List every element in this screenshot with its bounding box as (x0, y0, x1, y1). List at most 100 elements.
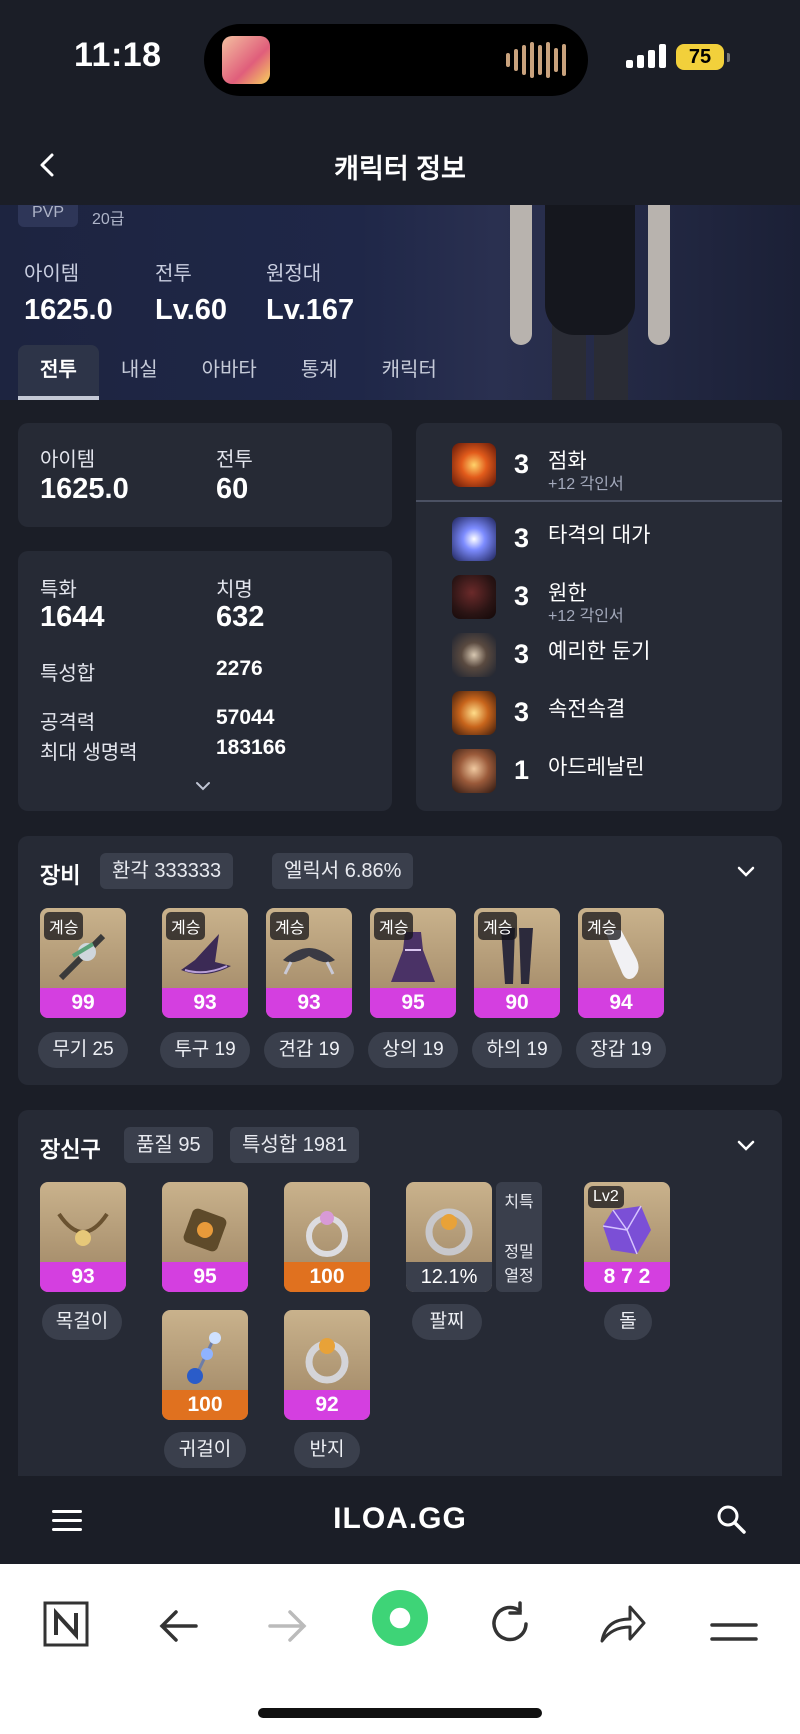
lightning-strike-icon (452, 517, 496, 561)
helmet-label: 투구 19 (160, 1032, 250, 1068)
weapon-slot[interactable]: 계승 99 (40, 908, 126, 1018)
shoulder-label: 견갑 19 (264, 1032, 354, 1068)
bracelet-label: 팔찌 (412, 1304, 482, 1340)
search-icon[interactable] (716, 1504, 746, 1534)
share-icon[interactable] (598, 1596, 648, 1652)
weapon-label: 무기 25 (38, 1032, 128, 1068)
ability-stone-slot[interactable]: Lv2 8 7 2 (584, 1182, 670, 1292)
engraving-item[interactable]: 3 점화 +12 각인서 (436, 443, 796, 493)
engraving-item[interactable]: 3 속전속결 (436, 691, 796, 735)
helmet-slot[interactable]: 계승 93 (162, 908, 248, 1018)
character-hero: PVP 20급 아이템 1625.0 전투 Lv.60 원정대 Lv.167 전… (0, 205, 800, 400)
ring-icon (306, 1211, 348, 1257)
stone-label: 돌 (604, 1304, 652, 1340)
accessories-card: 장신구 품질 95 특성합 1981 93 95 100 12.1% 치특 정밀… (18, 1110, 782, 1476)
stat-sum-value: 2276 (216, 657, 263, 680)
earring-slot[interactable]: 95 (162, 1182, 248, 1292)
chevron-down-icon (196, 782, 210, 791)
stat-sum-pill: 특성합 1981 (230, 1127, 360, 1163)
bracelet-icon (425, 1208, 473, 1256)
browser-toolbar (0, 1564, 800, 1734)
max-hp-value: 183166 (216, 736, 287, 759)
ring-icon (305, 1338, 349, 1384)
adrenaline-icon (452, 749, 496, 793)
dynamic-island[interactable] (204, 24, 588, 96)
arrow-left-icon[interactable] (154, 1598, 202, 1654)
keen-blunt-weapon-icon (452, 633, 496, 677)
necklace-label: 목걸이 (42, 1304, 122, 1340)
engraving-item[interactable]: 3 타격의 대가 (436, 517, 796, 561)
clock: 11:18 (74, 36, 162, 74)
swiftness-icon (452, 691, 496, 735)
earring-slot[interactable]: 100 (162, 1310, 248, 1420)
engraving-item[interactable]: 1 아드레날린 (436, 749, 796, 793)
tab-stats[interactable]: 통계 (279, 345, 360, 400)
collapse-equipment-button[interactable] (736, 862, 756, 885)
necklace-icon (57, 1212, 109, 1246)
engraving-item[interactable]: 3 원한 +12 각인서 (436, 575, 796, 625)
grudge-icon (452, 575, 496, 619)
transcend-pill: 환각 333333 (100, 853, 234, 889)
expand-stats-button[interactable] (194, 775, 212, 798)
naver-n-icon[interactable] (42, 1596, 90, 1652)
engraving-item[interactable]: 3 예리한 둔기 (436, 633, 796, 677)
earring-icon (183, 1208, 227, 1252)
shoulder-slot[interactable]: 계승 93 (266, 908, 352, 1018)
chevron-down-icon (737, 1140, 755, 1151)
engravings-card: 3 점화 +12 각인서 3 타격의 대가 3 원한 +12 각인서 3 예리한… (416, 423, 782, 811)
stats-card: 특화 1644 치명 632 특성합 2276 공격력 57044 최대 생명력… (18, 551, 392, 811)
pants-slot[interactable]: 계승 90 (474, 908, 560, 1018)
collapse-accessories-button[interactable] (736, 1136, 756, 1159)
character-portrait (490, 205, 690, 400)
arrow-right-icon[interactable] (264, 1598, 312, 1654)
tab-combat[interactable]: 전투 (18, 345, 99, 400)
bracelet-effects: 치특 정밀 열정 (496, 1182, 542, 1292)
equipment-card: 장비 환각 333333 엘릭서 6.86% 계승 99 계승 93 계승 93… (18, 836, 782, 1085)
green-dot-icon[interactable] (370, 1590, 430, 1646)
tab-internal[interactable]: 내실 (99, 345, 180, 400)
audio-wave-icon (506, 42, 566, 78)
site-logo[interactable]: ILOA.GG (0, 1502, 800, 1536)
quality-pill: 품질 95 (124, 1127, 213, 1163)
tab-avatar[interactable]: 아바타 (180, 345, 279, 400)
necklace-slot[interactable]: 93 (40, 1182, 126, 1292)
refresh-icon[interactable] (486, 1596, 534, 1652)
combat-level-value: 60 (216, 473, 249, 505)
app-header: 캐릭터 정보 (0, 125, 800, 205)
gloves-slot[interactable]: 계승 94 (578, 908, 664, 1018)
tab-bar: 전투 내실 아바타 통계 캐릭터 (18, 345, 459, 400)
pvp-grade: 20급 (92, 211, 125, 228)
elixir-pill: 엘릭서 6.86% (272, 853, 414, 889)
ring-slot[interactable]: 92 (284, 1310, 370, 1420)
menu-lines-icon[interactable] (710, 1604, 758, 1660)
battery-icon: 75 (676, 44, 730, 70)
site-navbar: ILOA.GG (0, 1476, 800, 1564)
attack-power-value: 57044 (216, 706, 275, 729)
equipment-title: 장비 (40, 863, 81, 888)
hero-item-level: 아이템 1625.0 (24, 263, 113, 326)
earring-label: 귀걸이 (164, 1432, 246, 1468)
gloves-label: 장갑 19 (576, 1032, 666, 1068)
ignite-icon (452, 443, 496, 487)
ring-label: 반지 (294, 1432, 360, 1468)
specialization-value: 1644 (40, 601, 105, 633)
now-playing-thumbnail (222, 36, 270, 84)
chevron-down-icon (737, 866, 755, 877)
tab-character[interactable]: 캐릭터 (360, 345, 459, 400)
status-bar: 11:18 75 (0, 0, 800, 125)
hero-expedition-level: 원정대 Lv.167 (266, 263, 355, 326)
hero-combat-level: 전투 Lv.60 (155, 263, 228, 326)
divider (416, 500, 782, 502)
page-title: 캐릭터 정보 (334, 154, 466, 184)
signal-icon (626, 44, 666, 68)
pvp-badge: PVP (18, 205, 79, 227)
crystal-icon (602, 1205, 651, 1255)
ring-slot[interactable]: 100 (284, 1182, 370, 1292)
pants-label: 하의 19 (472, 1032, 562, 1068)
item-level-value: 1625.0 (40, 473, 129, 505)
accessories-title: 장신구 (40, 1137, 101, 1162)
chest-slot[interactable]: 계승 95 (370, 908, 456, 1018)
bracelet-slot[interactable]: 12.1% (406, 1182, 492, 1292)
summary-card: 아이템 1625.0 전투 60 (18, 423, 392, 527)
crit-value: 632 (216, 601, 265, 633)
